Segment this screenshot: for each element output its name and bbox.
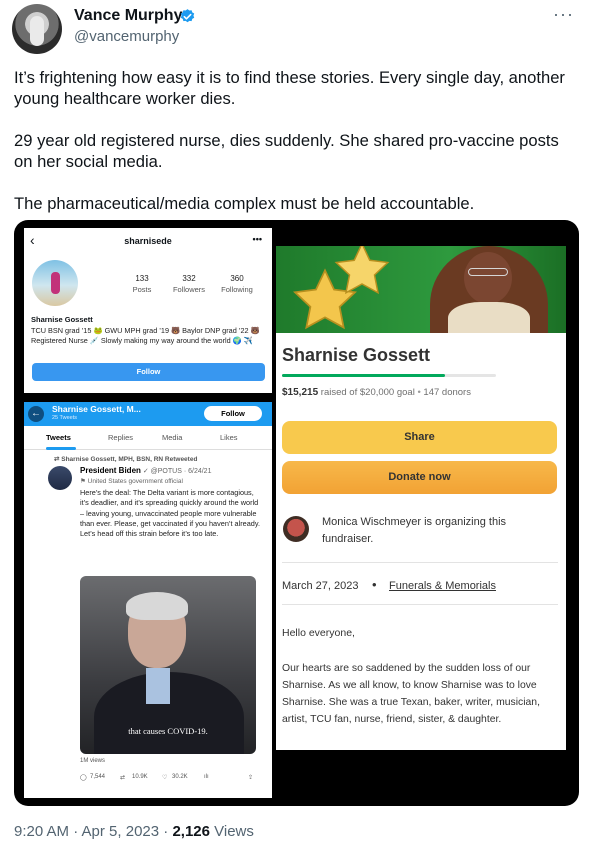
twitter-profile-tabs: Tweets Replies Media Likes (24, 426, 272, 450)
fundraiser-category-link: Funerals & Memorials (389, 580, 496, 592)
video-views: 1M views (80, 758, 106, 764)
retweet-author-avatar (48, 466, 72, 490)
divider (282, 604, 558, 605)
retweet-count: 10.9K (132, 774, 148, 780)
separator-dot: • (372, 577, 377, 592)
tab-likes: Likes (220, 433, 238, 442)
active-tab-indicator (46, 447, 76, 450)
more-horizontal-icon[interactable]: ··· (553, 4, 574, 25)
twitter-profile-name: Sharnise Gossett, M... (52, 404, 141, 414)
instagram-posts-stat: 133 Posts (132, 274, 152, 294)
twitter-profile-screenshot: ← Sharnise Gossett, M... 25 Tweets Follo… (24, 402, 272, 798)
tweet-paragraph: It’s frightening how easy it is to find … (14, 68, 565, 108)
author-handle[interactable]: @vancemurphy (74, 28, 179, 45)
government-official-label: ⚑ United States government official (80, 478, 183, 485)
like-count: 30.2K (172, 774, 188, 780)
instagram-bio: TCU BSN grad ’15 🐸 GWU MPH grad ’19 🐻 Ba… (31, 326, 260, 345)
instagram-display-name: Sharnise Gossett (31, 315, 93, 324)
retweet-author: President Biden ✓ @POTUS · 6/24/21 (80, 466, 212, 475)
fundraiser-banner-photo (276, 246, 566, 333)
verified-badge-icon (180, 9, 195, 23)
instagram-menu-icon: ••• (252, 234, 262, 244)
donate-now-button: Donate now (282, 461, 557, 494)
star-decoration (334, 246, 390, 295)
progress-fill (282, 374, 445, 377)
tab-tweets: Tweets (46, 433, 71, 442)
tweet-paragraph: The pharmaceutical/media complex must be… (14, 194, 475, 213)
author-avatar[interactable] (12, 4, 62, 54)
divider (282, 562, 558, 563)
instagram-profile-screenshot: ‹ sharnisede ••• 133 Posts 332 Followers 3… (24, 228, 272, 393)
organizer-text: Monica Wischmeyer is organizing this fun… (322, 516, 507, 545)
tab-replies: Replies (108, 433, 134, 442)
instagram-following-stat: 360 Following (221, 274, 253, 294)
retweet-text: Here’s the deal: The Delta variant is mo… (80, 488, 260, 539)
tweet-paragraph: 29 year old registered nurse, dies sudde… (14, 131, 559, 171)
instagram-profile-photo (32, 260, 78, 306)
back-arrow-icon: ← (28, 406, 44, 422)
instagram-follow-button: Follow (32, 363, 265, 381)
tweet-text: It’s frightening how easy it is to find … (14, 67, 574, 235)
fundraiser-date: March 27, 2023 (282, 580, 359, 592)
view-count: 2,126 (172, 823, 210, 840)
story-text: Our hearts are so saddened by the sudden… (282, 663, 540, 725)
gofundme-screenshot: Sharnise Gossett $15,215 raised of $20,0… (276, 246, 566, 750)
tweet-media[interactable]: ‹ sharnisede ••• 133 Posts 332 Followers 3… (14, 220, 579, 806)
share-icon: ⇪ (248, 775, 254, 781)
analytics-icon: ılı (204, 774, 209, 780)
story-greeting: Hello everyone, (282, 627, 355, 639)
instagram-followers-stat: 332 Followers (172, 274, 206, 294)
author-name[interactable]: Vance Murphy (74, 7, 182, 25)
reply-icon: ◯ (80, 775, 87, 781)
retweet-indicator: ⇄ Sharnise Gossett, MPH, BSN, RN Retweet… (54, 456, 198, 463)
tweet-timestamp[interactable]: 9:20 AM · Apr 5, 2023 · 2,126 Views (14, 823, 254, 840)
retweet-icon: ⇄ (120, 775, 126, 781)
reply-count: 7,544 (90, 774, 106, 780)
retweet-video: that causes COVID-19. (80, 576, 256, 754)
video-caption: that causes COVID-19. (128, 726, 208, 736)
fundraiser-progress-bar (282, 374, 496, 377)
instagram-username: sharnisede (124, 236, 172, 246)
twitter-profile-header: ← Sharnise Gossett, M... 25 Tweets Follo… (24, 402, 272, 426)
twitter-tweet-count: 25 Tweets (52, 415, 77, 421)
tab-media: Media (162, 433, 183, 442)
share-button: Share (282, 421, 557, 454)
twitter-follow-button: Follow (204, 406, 262, 421)
fundraiser-amount: $15,215 raised of $20,000 goal • 147 don… (282, 387, 471, 398)
fundraiser-title: Sharnise Gossett (282, 345, 431, 365)
organizer-avatar (283, 516, 309, 542)
like-icon: ♡ (162, 775, 168, 781)
fundraiser-person-photo (430, 246, 548, 333)
